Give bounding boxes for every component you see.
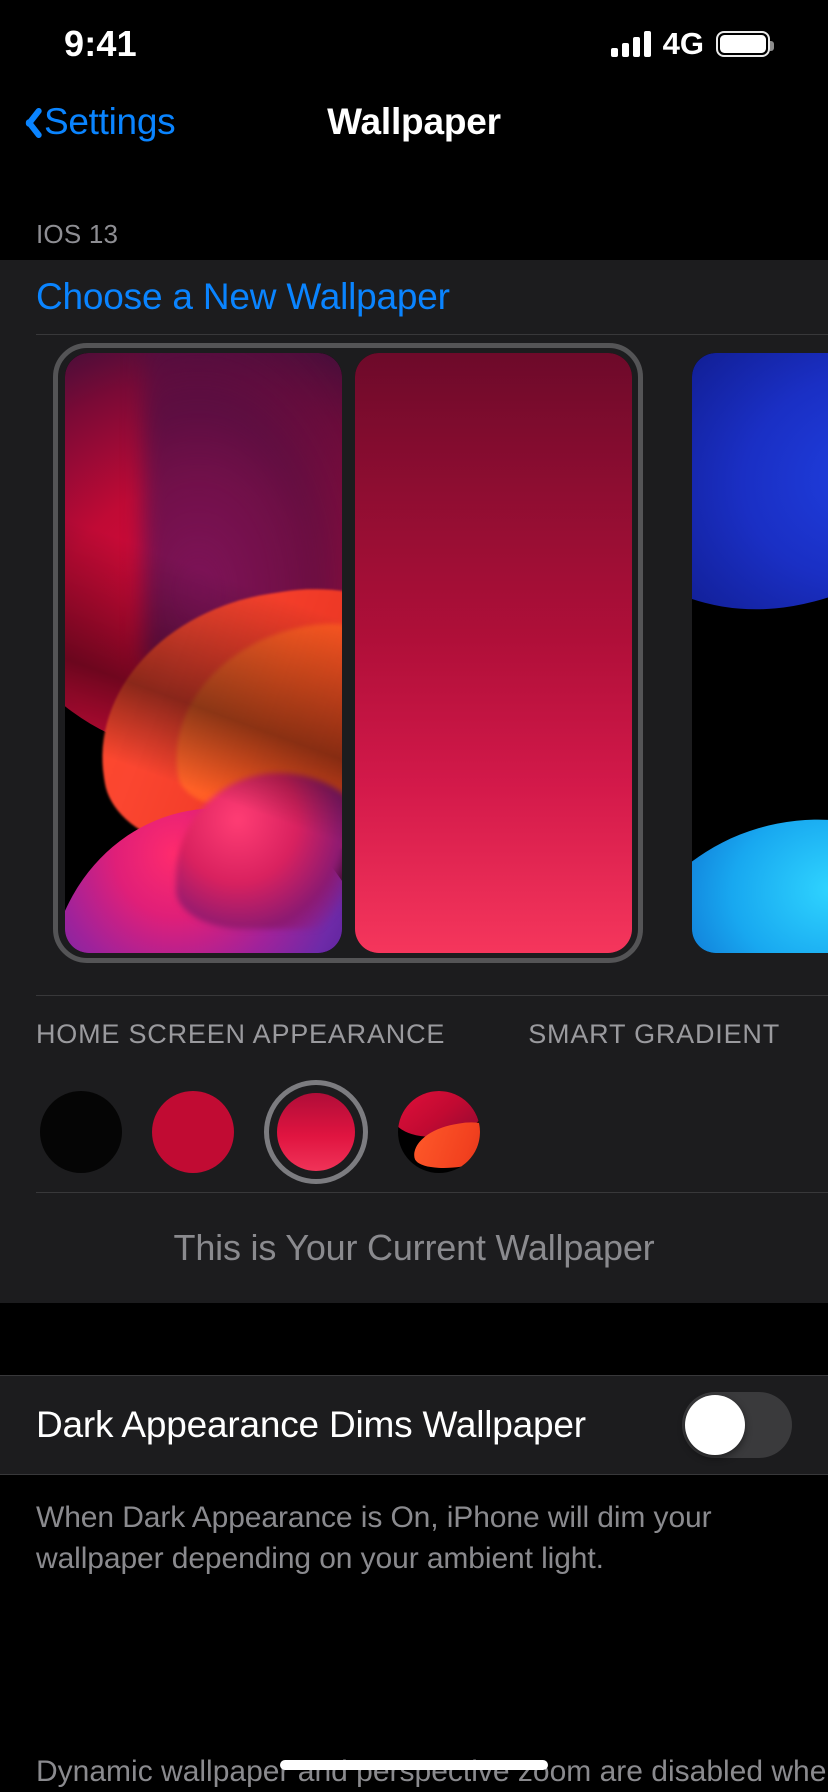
dark-appearance-dims-wallpaper-label: Dark Appearance Dims Wallpaper xyxy=(36,1404,586,1445)
status-bar-indicators: 4G xyxy=(610,26,774,62)
wallpaper-panel: Choose a New Wallpaper HOME SCREEN APPEA… xyxy=(0,260,828,1303)
swatch-crimson-fill xyxy=(152,1091,234,1173)
swatch-red[interactable] xyxy=(264,1080,368,1184)
swatch-black-fill xyxy=(40,1091,122,1173)
dynamic-wallpaper-footnote: Dynamic wallpaper and perspective zoom a… xyxy=(36,1755,828,1788)
back-button[interactable]: Settings xyxy=(18,88,176,156)
dark-appearance-dims-wallpaper-toggle[interactable] xyxy=(682,1392,792,1458)
iphone-screen: 9:41 4G Settings Wallpaper IOS 13 Choose… xyxy=(0,0,828,1792)
battery-full-icon xyxy=(716,31,774,57)
network-type-label: 4G xyxy=(662,26,704,61)
home-indicator[interactable] xyxy=(280,1760,548,1770)
swatch-crimson[interactable] xyxy=(152,1091,234,1173)
toggle-knob xyxy=(685,1395,745,1455)
group-header-ios13: IOS 13 xyxy=(0,198,828,260)
choose-a-new-wallpaper-button[interactable]: Choose a New Wallpaper xyxy=(0,260,828,334)
status-bar: 9:41 4G xyxy=(0,0,828,88)
current-wallpaper-label: This is Your Current Wallpaper xyxy=(173,1227,655,1268)
cellular-bars-icon xyxy=(610,31,651,57)
home-screen-appearance-label: HOME SCREEN APPEARANCE xyxy=(36,1018,446,1049)
page-title: Wallpaper xyxy=(327,101,501,142)
back-button-label: Settings xyxy=(44,101,176,142)
appearance-swatch-row[interactable] xyxy=(0,1072,828,1192)
dark-appearance-description: When Dark Appearance is On, iPhone will … xyxy=(0,1475,828,1579)
swatch-image-fill xyxy=(398,1091,480,1173)
lock-screen-preview[interactable] xyxy=(65,353,342,953)
swatch-image[interactable] xyxy=(398,1091,480,1173)
home-screen-wallpaper-gradient xyxy=(355,353,632,953)
top-spacer xyxy=(0,156,828,198)
swatch-black[interactable] xyxy=(40,1091,122,1173)
lock-screen-wallpaper-image xyxy=(65,353,342,953)
wallpaper-preview-carousel[interactable] xyxy=(0,335,828,995)
next-wallpaper-preview[interactable] xyxy=(692,353,828,953)
status-bar-time: 9:41 xyxy=(64,23,137,64)
dark-appearance-dims-wallpaper-row[interactable]: Dark Appearance Dims Wallpaper xyxy=(0,1376,828,1474)
smart-gradient-label: SMART GRADIENT xyxy=(528,1018,780,1049)
section-gap xyxy=(0,1303,828,1375)
chevron-left-icon xyxy=(18,103,40,141)
settings-scroll-view[interactable]: IOS 13 Choose a New Wallpaper HOME SCREE… xyxy=(0,156,828,1792)
swatch-red-fill xyxy=(277,1093,355,1171)
appearance-labels-row: HOME SCREEN APPEARANCE SMART GRADIENT xyxy=(0,996,828,1072)
navigation-bar: Settings Wallpaper xyxy=(0,88,828,156)
next-wallpaper-image xyxy=(692,353,828,953)
home-screen-preview[interactable] xyxy=(355,353,632,953)
